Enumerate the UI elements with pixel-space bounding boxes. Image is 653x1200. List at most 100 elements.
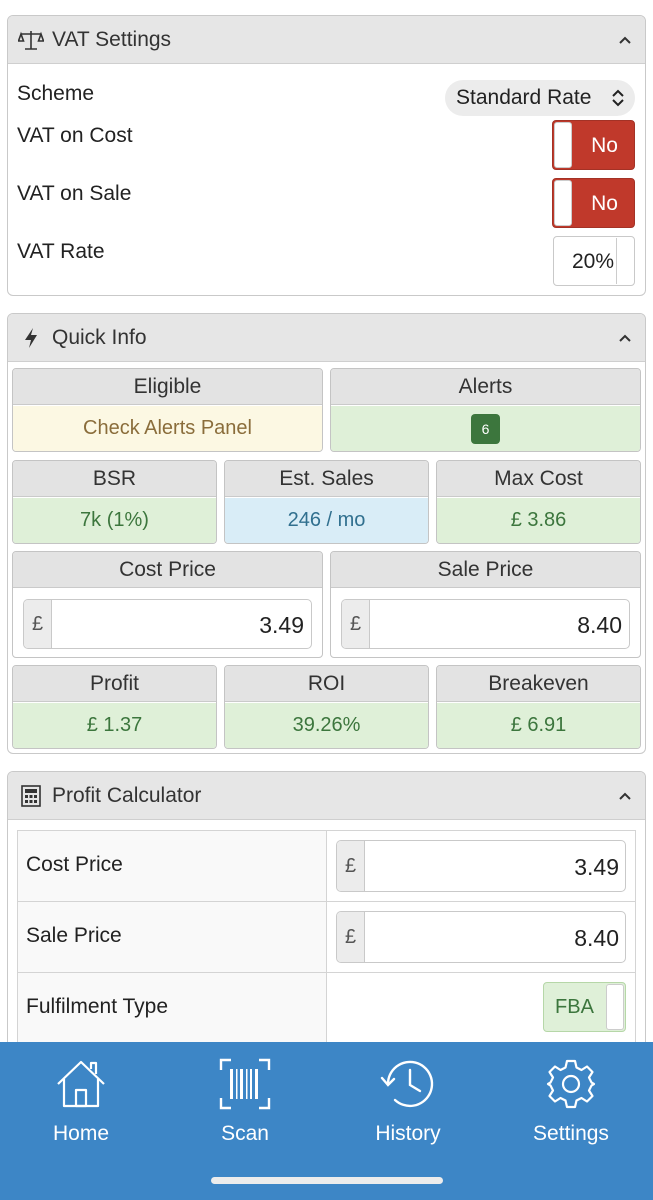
breakeven-value: £ 6.91 xyxy=(437,703,640,748)
toggle-knob xyxy=(554,180,572,226)
barcode-scan-icon xyxy=(185,1056,305,1112)
nav-home-label: Home xyxy=(52,1122,110,1145)
row-label-cell: Cost Price xyxy=(18,831,327,901)
chevron-up-icon[interactable] xyxy=(615,30,635,50)
vat-rate-stepper[interactable] xyxy=(616,238,633,284)
profit-calculator-header[interactable]: Profit Calculator xyxy=(8,772,645,820)
calc-cost-price-label: Cost Price xyxy=(26,853,123,876)
breakeven-label: Breakeven xyxy=(437,666,640,702)
eligible-value: Check Alerts Panel xyxy=(13,406,322,451)
calc-sale-price-input[interactable]: £ 8.40 xyxy=(336,911,626,963)
bsr-label: BSR xyxy=(13,461,216,497)
currency-addon: £ xyxy=(342,600,370,648)
toggle-knob xyxy=(554,122,572,168)
scheme-label: Scheme xyxy=(17,82,95,105)
cost-price-label: Cost Price xyxy=(13,552,322,588)
cost-price-card: Cost Price £ 3.49 xyxy=(12,551,323,658)
vat-on-cost-row: VAT on Cost No xyxy=(8,116,645,176)
bsr-card: BSR 7k (1%) xyxy=(12,460,217,544)
table-row: Fulfilment Type FBA xyxy=(18,973,635,1044)
cost-price-value: 3.49 xyxy=(259,612,304,638)
vat-rate-label: VAT Rate xyxy=(17,240,105,263)
vat-on-cost-value: No xyxy=(591,134,618,157)
max-cost-value: £ 3.86 xyxy=(437,498,640,543)
calc-cost-price-value: 3.49 xyxy=(574,854,619,880)
select-arrows-icon xyxy=(611,88,625,114)
vat-rate-value: 20% xyxy=(571,250,614,273)
currency-addon: £ xyxy=(337,912,365,962)
nav-scan[interactable]: Scan xyxy=(185,1056,305,1146)
calc-sale-price-value: 8.40 xyxy=(574,925,619,951)
calc-sale-price-label: Sale Price xyxy=(26,924,122,947)
currency-addon: £ xyxy=(337,841,365,891)
sale-price-card: Sale Price £ 8.40 xyxy=(330,551,641,658)
scales-icon xyxy=(18,27,44,53)
scheme-row: Scheme Standard Rate xyxy=(8,70,645,122)
roi-value: 39.26% xyxy=(225,703,428,748)
profit-calculator-title: Profit Calculator xyxy=(52,783,202,807)
nav-settings-label: Settings xyxy=(533,1122,609,1145)
chevron-up-icon[interactable] xyxy=(615,328,635,348)
calculator-icon xyxy=(18,783,44,809)
eligible-label: Eligible xyxy=(13,369,322,405)
roi-label: ROI xyxy=(225,666,428,702)
sale-price-value: 8.40 xyxy=(577,612,622,638)
quick-info-panel: Quick Info Eligible Check Alerts Panel A… xyxy=(7,313,646,754)
roi-card: ROI 39.26% xyxy=(224,665,429,749)
quick-info-header[interactable]: Quick Info xyxy=(8,314,645,362)
est-sales-value: 246 / mo xyxy=(225,498,428,543)
scheme-value: Standard Rate xyxy=(456,86,592,109)
breakeven-card: Breakeven £ 6.91 xyxy=(436,665,641,749)
vat-on-sale-label: VAT on Sale xyxy=(17,182,132,205)
bolt-icon xyxy=(18,325,44,351)
nav-history[interactable]: History xyxy=(348,1056,468,1146)
vat-on-sale-value: No xyxy=(591,192,618,215)
vat-settings-title: VAT Settings xyxy=(52,27,172,51)
vat-rate-row: VAT Rate 20% xyxy=(8,232,645,292)
bsr-value: 7k (1%) xyxy=(13,498,216,543)
home-indicator[interactable] xyxy=(211,1177,443,1184)
gear-icon xyxy=(511,1056,631,1112)
alerts-label: Alerts xyxy=(331,369,640,405)
nav-settings[interactable]: Settings xyxy=(511,1056,631,1146)
vat-settings-panel: VAT Settings Scheme Standard Rate VAT on… xyxy=(7,15,646,296)
nav-home[interactable]: Home xyxy=(21,1056,141,1146)
profit-card: Profit £ 1.37 xyxy=(12,665,217,749)
nav-scan-label: Scan xyxy=(221,1122,269,1145)
profit-calculator-panel: Profit Calculator Cost Price £ 3.49 Sale… xyxy=(7,771,646,1071)
calc-cost-price-input[interactable]: £ 3.49 xyxy=(336,840,626,892)
currency-addon: £ xyxy=(24,600,52,648)
cost-price-input[interactable]: £ 3.49 xyxy=(23,599,312,649)
alerts-card[interactable]: Alerts 6 xyxy=(330,368,641,452)
est-sales-card: Est. Sales 246 / mo xyxy=(224,460,429,544)
table-row: Cost Price £ 3.49 xyxy=(18,831,635,902)
vat-rate-input[interactable]: 20% xyxy=(553,236,635,286)
vat-settings-header[interactable]: VAT Settings xyxy=(8,16,645,64)
est-sales-label: Est. Sales xyxy=(225,461,428,497)
fulfilment-type-toggle[interactable]: FBA xyxy=(543,982,626,1032)
row-label-cell: Fulfilment Type xyxy=(18,973,327,1043)
table-row: Sale Price £ 8.40 xyxy=(18,902,635,973)
alerts-body: 6 xyxy=(331,406,640,451)
quick-info-title: Quick Info xyxy=(52,325,147,349)
chevron-up-icon[interactable] xyxy=(615,786,635,806)
eligible-card: Eligible Check Alerts Panel xyxy=(12,368,323,452)
profit-value: £ 1.37 xyxy=(13,703,216,748)
profit-label: Profit xyxy=(13,666,216,702)
alerts-count-badge: 6 xyxy=(470,413,501,444)
vat-on-cost-toggle[interactable]: No xyxy=(552,120,635,170)
vat-on-sale-toggle[interactable]: No xyxy=(552,178,635,228)
toggle-knob xyxy=(606,984,624,1030)
nav-history-label: History xyxy=(375,1122,441,1145)
max-cost-card: Max Cost £ 3.86 xyxy=(436,460,641,544)
max-cost-label: Max Cost xyxy=(437,461,640,497)
fulfilment-type-value: FBA xyxy=(555,996,594,1018)
row-label-cell: Sale Price xyxy=(18,902,327,972)
home-icon xyxy=(21,1056,141,1112)
calculator-table: Cost Price £ 3.49 Sale Price £ 8.40 Fulf… xyxy=(17,830,636,1044)
history-icon xyxy=(348,1056,468,1112)
scheme-select[interactable]: Standard Rate xyxy=(445,80,635,116)
calc-fulfilment-type-label: Fulfilment Type xyxy=(26,995,169,1018)
sale-price-input[interactable]: £ 8.40 xyxy=(341,599,630,649)
vat-on-cost-label: VAT on Cost xyxy=(17,124,133,147)
